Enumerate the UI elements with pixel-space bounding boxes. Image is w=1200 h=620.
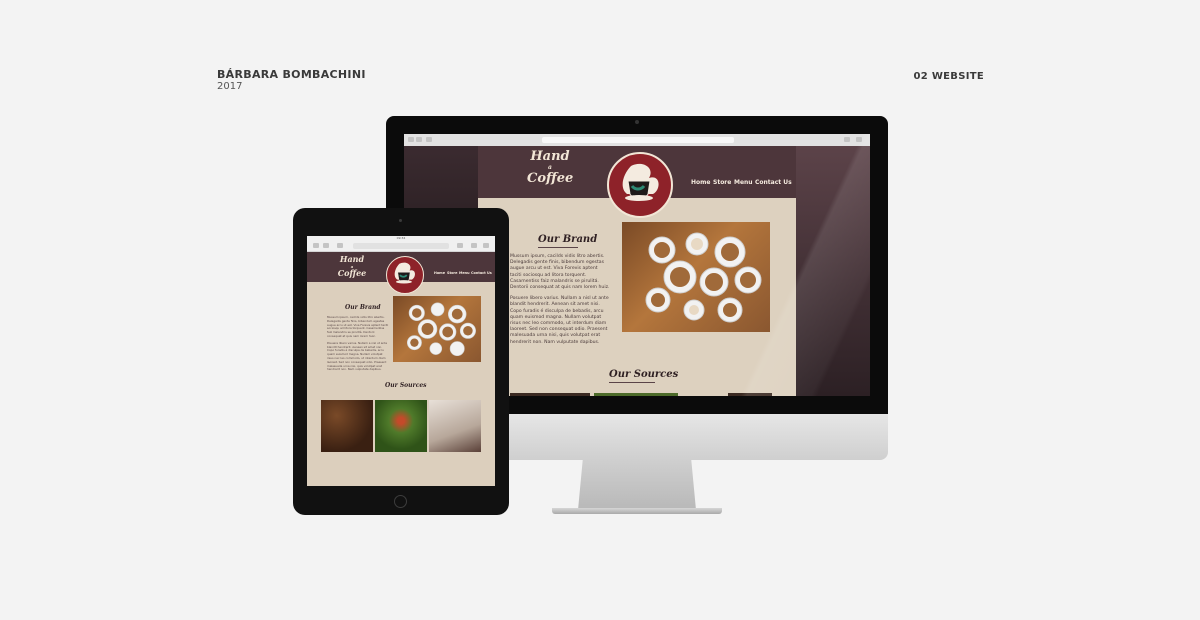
author-name: BÁRBARA BOMBACHINI (217, 68, 366, 81)
nav-link-home[interactable]: Home (434, 271, 445, 275)
sources-heading: Our Sources (385, 382, 427, 389)
coffee-cups-photo (393, 296, 481, 362)
imac-stand-base (552, 508, 722, 514)
status-time: 09:34 (396, 236, 406, 240)
imac-camera (635, 120, 639, 124)
about-paragraph: Mussum ipsum, cacilds vidis litro aberti… (327, 315, 389, 338)
browser-share-button[interactable] (457, 243, 463, 248)
ipad-screen: 09:34 Hand a Coffee Home Store Menu Cont… (307, 236, 495, 486)
about-text: Mussum ipsum, cacilds vidis litro aberti… (510, 254, 610, 346)
coffee-plant-photo (375, 400, 427, 452)
nav-link-menu[interactable]: Menu (734, 179, 753, 186)
nav-link-contact[interactable]: Contact Us (755, 179, 792, 186)
coffee-cup-icon (622, 163, 659, 201)
site-page: Hand a Coffee Home Store Menu Contact Us… (478, 146, 796, 396)
nav-link-menu[interactable]: Menu (459, 271, 470, 275)
browser-back-button[interactable] (313, 243, 319, 248)
section-label: 02 WEBSITE (913, 71, 984, 82)
logo-line: Hand (339, 254, 365, 264)
browser-back-button[interactable] (408, 137, 414, 142)
project-year: 2017 (217, 81, 243, 92)
coffee-cup-emblem (386, 256, 424, 294)
nav-link-store[interactable]: Store (447, 271, 457, 275)
browser-bookmarks-button[interactable] (337, 243, 343, 248)
browser-forward-button[interactable] (323, 243, 329, 248)
about-paragraph: Posuere libero varius. Nullam a nisl ut … (510, 296, 609, 345)
coffee-cups-illustration (645, 232, 762, 323)
imac-stand (578, 460, 696, 510)
sources-heading: Our Sources (609, 369, 679, 380)
heading-underline (609, 382, 655, 383)
heading-underline (538, 247, 578, 248)
browser-new-tab-button[interactable] (471, 243, 477, 248)
coffee-cups-illustration (406, 302, 476, 357)
about-heading: Our Brand (345, 304, 381, 311)
logo-line: Coffee (527, 171, 574, 186)
about-paragraph: Posuere libero varius. Nullam a nisl ut … (327, 340, 388, 372)
coffee-beans-photo (321, 400, 373, 452)
browser-sidebar-button[interactable] (426, 137, 432, 142)
browser-address-bar[interactable] (542, 137, 734, 143)
browser-tabs-button[interactable] (483, 243, 489, 248)
ipad-camera (399, 219, 402, 222)
browser-tabs-button[interactable] (856, 137, 862, 142)
coffee-cups-photo (622, 222, 770, 332)
nav-link-home[interactable]: Home (691, 179, 710, 186)
coffee-cup-icon (394, 262, 415, 284)
site-logo[interactable]: Hand a Coffee (527, 150, 573, 186)
nav-link-store[interactable]: Store (713, 179, 731, 186)
browser-share-button[interactable] (844, 137, 850, 142)
sources-image-strip (728, 393, 772, 396)
coffee-cup-emblem (607, 152, 673, 218)
nav-link-contact[interactable]: Contact Us (471, 271, 492, 275)
browser-address-bar[interactable] (353, 243, 449, 249)
logo-line: Hand (530, 149, 570, 164)
ipad-home-button[interactable] (394, 495, 407, 508)
ipad-browser-toolbar (307, 241, 495, 252)
about-text: Mussum ipsum, cacilds vidis litro aberti… (327, 315, 389, 372)
browser-forward-button[interactable] (416, 137, 422, 142)
sources-image-strip (594, 393, 678, 396)
sources-image-strip (510, 393, 590, 396)
site-side-background (796, 146, 870, 396)
coffee-grinder-photo (429, 400, 481, 452)
logo-line: Coffee (337, 268, 367, 278)
about-paragraph: Mussum ipsum, cacilds vidis litro aberti… (510, 254, 610, 291)
about-heading: Our Brand (538, 234, 598, 245)
site-logo[interactable]: Hand a Coffee (337, 255, 367, 278)
